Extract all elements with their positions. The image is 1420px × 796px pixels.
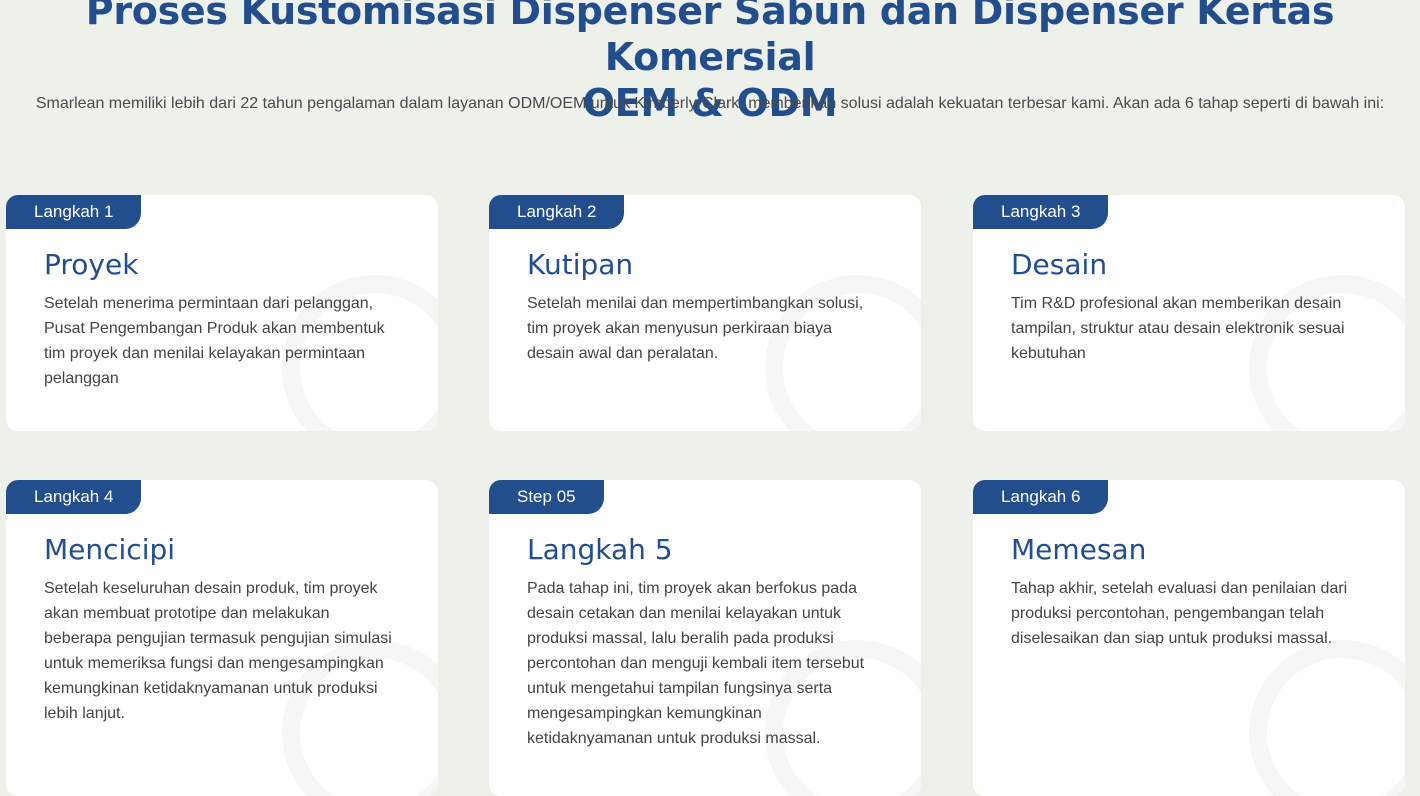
step-badge: Step 05 — [489, 480, 604, 514]
step-badge: Langkah 4 — [6, 480, 142, 514]
step-card-1: Langkah 1 Proyek Setelah menerima permin… — [6, 195, 438, 431]
step-description: Tahap akhir, setelah evaluasi dan penila… — [1011, 580, 1348, 647]
page-subtitle: Smarlean memiliki lebih dari 22 tahun pe… — [35, 95, 1385, 112]
step-description: Setelah keseluruhan desain produk, tim p… — [44, 580, 392, 722]
step-card-2: Langkah 2 Kutipan Setelah menilai dan me… — [489, 195, 921, 431]
step-card-4: Langkah 4 Mencicipi Setelah keseluruhan … — [6, 480, 438, 796]
step-title: Kutipan — [527, 248, 634, 281]
card-decoration — [1249, 640, 1405, 796]
step-badge: Langkah 3 — [973, 195, 1109, 229]
page-title-line1: Proses Kustomisasi Dispenser Sabun dan D… — [85, 0, 1335, 79]
step-title: Langkah 5 — [527, 533, 673, 566]
step-card-3: Langkah 3 Desain Tim R&D profesional aka… — [973, 195, 1405, 431]
step-description: Tim R&D profesional akan memberikan desa… — [1011, 295, 1345, 362]
step-card-6: Langkah 6 Memesan Tahap akhir, setelah e… — [973, 480, 1405, 796]
step-title: Proyek — [44, 248, 139, 281]
step-description: Setelah menilai dan mempertimbangkan sol… — [527, 295, 864, 362]
step-badge: Langkah 1 — [6, 195, 142, 229]
step-description: Pada tahap ini, tim proyek akan berfokus… — [527, 580, 865, 747]
step-description: Setelah menerima permintaan dari pelangg… — [44, 295, 385, 387]
step-title: Memesan — [1011, 533, 1147, 566]
step-card-5: Step 05 Langkah 5 Pada tahap ini, tim pr… — [489, 480, 921, 796]
step-title: Mencicipi — [44, 533, 176, 566]
step-badge: Langkah 6 — [973, 480, 1109, 514]
step-badge: Langkah 2 — [489, 195, 625, 229]
step-title: Desain — [1011, 248, 1108, 281]
